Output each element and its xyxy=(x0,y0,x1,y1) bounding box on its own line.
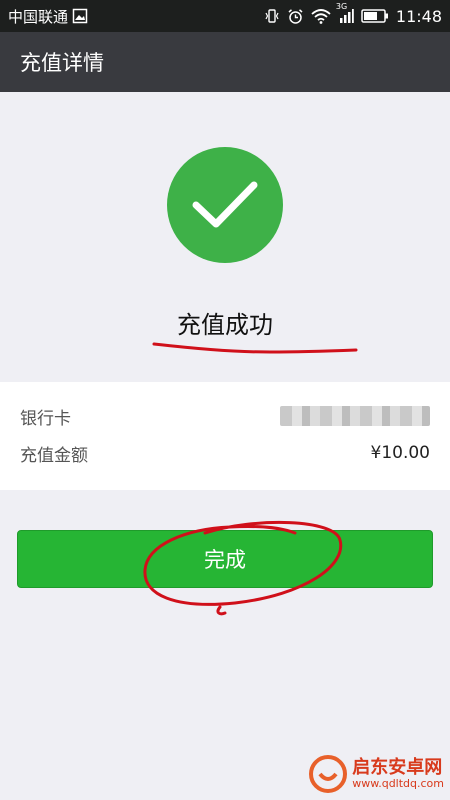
vibrate-icon xyxy=(264,8,280,24)
watermark-name: 启东安卓网 xyxy=(352,756,443,778)
bank-card-value-redacted xyxy=(280,406,430,426)
wifi-icon xyxy=(311,8,331,24)
watermark-logo-icon xyxy=(309,755,348,793)
image-notification-icon xyxy=(72,8,88,24)
success-status-text: 充值成功 xyxy=(177,311,273,339)
success-checkmark-icon xyxy=(167,147,283,263)
bank-card-row: 银行卡 xyxy=(0,398,450,434)
done-button-label: 完成 xyxy=(204,548,246,572)
alarm-icon xyxy=(287,8,304,25)
page-title: 充值详情 xyxy=(20,51,104,75)
battery-icon xyxy=(361,8,389,24)
annotation-underline xyxy=(152,342,358,354)
carrier-name: 中国联通 xyxy=(8,7,69,26)
amount-value: ¥10.00 xyxy=(370,443,430,463)
site-watermark-logo: 启东安卓网 www.qdltdq.com xyxy=(308,754,444,794)
status-bar: 中国联通 3G 11:48 xyxy=(0,0,450,32)
bank-card-label: 银行卡 xyxy=(20,408,71,429)
recharge-detail-card: 银行卡 充值金额 ¥10.00 xyxy=(0,382,450,490)
cellular-signal-icon: 3G xyxy=(336,2,354,24)
title-bar: 充值详情 xyxy=(0,32,450,92)
watermark-url: www.qdltdq.com xyxy=(352,776,444,790)
amount-row: 充值金额 ¥10.00 xyxy=(0,435,450,471)
network-type-label: 3G xyxy=(335,2,348,11)
amount-label: 充值金额 xyxy=(20,445,88,466)
done-button[interactable]: 完成 xyxy=(17,530,433,588)
clock-time: 11:48 xyxy=(395,6,442,26)
